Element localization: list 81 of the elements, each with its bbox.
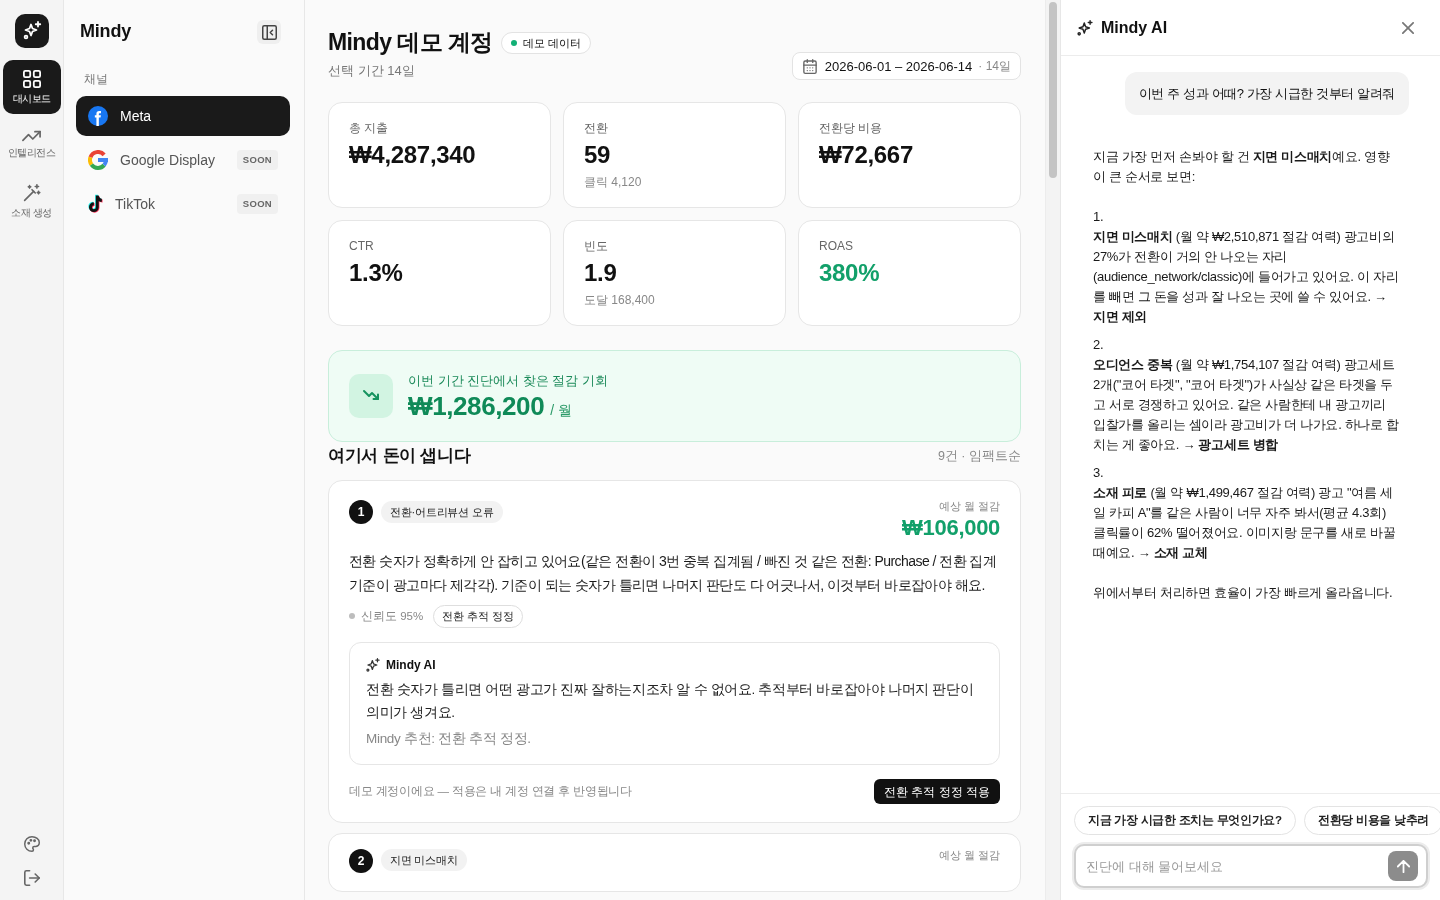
date-range-button[interactable]: 2026-06-01 – 2026-06-14 · 14일 xyxy=(791,52,1021,81)
channel-item[interactable]: Google Display SOON xyxy=(76,140,290,180)
sparkle-logo-icon xyxy=(14,14,49,48)
facebook-logo-icon xyxy=(88,106,108,126)
magic-wand-icon xyxy=(22,183,41,202)
kpi-label: CTR xyxy=(349,238,374,256)
kpi-label: 빈도 xyxy=(584,238,608,256)
kpi-label: 전환당 비용 xyxy=(819,120,883,138)
apply-button[interactable]: 전환 추적 정정 적용 xyxy=(874,778,1000,804)
section-label: 채널 xyxy=(84,71,108,88)
rail-nav-item[interactable]: 소재 생성 xyxy=(2,174,61,228)
chat-input-field[interactable]: 진단에 대해 물어보세요 xyxy=(1074,844,1428,888)
section-title: 여기서 돈이 샙니다 xyxy=(328,446,471,467)
sparkle-icon xyxy=(1077,19,1093,36)
kpi-label: 전환 xyxy=(584,120,608,138)
list-number: 2. xyxy=(1093,336,1104,354)
ai-comment-text: 전환 숫자가 틀리면 어떤 광고가 진짜 잘하는지조차 알 수 없어요. 추적부터 바로잡아야 나머지 판단이 의미가 생겨요. xyxy=(366,680,975,722)
kpi-value: 380% xyxy=(819,258,880,289)
rail-nav-item[interactable]: 대시보드 xyxy=(2,60,61,114)
scrollbar-thumb[interactable] xyxy=(1049,2,1057,178)
saving-label: 예상 월 절감 xyxy=(939,847,1000,863)
kpi-value: ₩4,287,340 xyxy=(349,140,476,171)
user-message: 이번 주 성과 어때? 가장 시급한 것부터 알려줘 xyxy=(1124,72,1409,115)
rank-number: 1 xyxy=(349,500,373,525)
list-number: 1. xyxy=(1093,208,1104,226)
kpi-label: ROAS xyxy=(819,238,853,256)
assistant-title: Mindy AI xyxy=(1101,17,1168,38)
collapse-sidebar-button[interactable] xyxy=(257,20,281,44)
assistant-message: 소재 피로 (월 약 ₩1,499,467 절감 여력) 광고 "여름 세일 카피 A"를 같은 사람이 너무 자주 봐서(평균 4.3회) 클릭률이 62% 떨어졌어요. 이미지랑 문구를 새로 바꿀 때예요. → 소재 교체 xyxy=(1093,484,1397,562)
category-tag: 지면 미스매치 xyxy=(381,848,467,872)
page-title: Mindy 데모 계정 xyxy=(328,28,493,57)
section-meta: 9건 · 임팩트순 xyxy=(937,448,1021,465)
ai-recommendation: Mindy 추천: 전환 추적 정정. xyxy=(366,729,531,748)
assistant-message: 지금 가장 먼저 손봐야 할 건 지면 미스매치예요. 영향이 큰 순서로 보면: xyxy=(1093,148,1391,186)
google-logo-icon xyxy=(88,150,108,170)
kpi-value: 1.9 xyxy=(584,258,617,289)
savings-unit: / 월 xyxy=(550,401,572,421)
channel-item[interactable]: Meta xyxy=(76,96,290,136)
demo-data-label: 데모 데이터 xyxy=(522,35,581,51)
saving-amount: ₩106,000 xyxy=(902,515,1000,542)
trending-down-icon xyxy=(349,374,393,419)
rank-number: 2 xyxy=(349,848,373,873)
savings-label: 이번 기간 진단에서 찾은 절감 기회 xyxy=(408,371,609,390)
saving-label: 예상 월 절감 xyxy=(939,499,1000,515)
kpi-value: 1.3% xyxy=(349,258,403,289)
list-number: 3. xyxy=(1093,464,1104,482)
ai-comment-title: Mindy AI xyxy=(386,656,436,674)
kpi-label: 총 지출 xyxy=(349,120,389,138)
arrow-up-icon xyxy=(1396,859,1410,873)
assistant-message: 지면 미스매치 (월 약 ₩2,510,871 절감 여력) 광고비의 27%가 전환이 거의 안 나오는 자리 (audience_network/classic)에 들어가고 있어요. 이 자리를 빼면 그 돈을 성과 잘 나오는 곳에 쓸 수 있어요. → 지면 제외 xyxy=(1093,228,1400,326)
sidebar-title: Mindy xyxy=(80,21,131,43)
kpi-value: 59 xyxy=(584,140,611,171)
close-icon[interactable] xyxy=(1402,21,1414,34)
category-tag: 전환·어트리뷰션 오류 xyxy=(381,500,503,524)
dashboard-grid-icon xyxy=(22,69,41,88)
issue-description: 전환 숫자가 정확하게 안 잡히고 있어요(같은 전환이 3번 중복 집계됨 / 빠진 것 같은 전환: Purchase / 전환 집계 기준이 광고마다 제각각). 기준이 되는 숫자가 틀리면 나머지 판단도 다 어긋나서, 이것부터 바로잡아야 해요. xyxy=(349,552,998,596)
soon-badge: SOON xyxy=(236,149,278,171)
send-button[interactable] xyxy=(1388,851,1418,881)
channel-item[interactable]: TikTok SOON xyxy=(76,184,290,224)
period-subtitle: 선택 기간 14일 xyxy=(328,61,415,80)
sidebar-panel-icon xyxy=(261,24,277,40)
assistant-message: 위에서부터 처리하면 효율이 가장 빠르게 올라옵니다. xyxy=(1093,584,1394,602)
savings-amount: ₩1,286,200 xyxy=(408,390,545,423)
rail-nav-item[interactable]: 인텔리전스 xyxy=(2,117,61,171)
kpi-note: 클릭 4,120 xyxy=(584,174,642,192)
kpi-value: ₩72,667 xyxy=(819,140,913,171)
confidence-dot-icon xyxy=(349,613,355,620)
calendar-icon xyxy=(802,58,817,74)
suggestion-chip[interactable]: 지금 가장 시급한 조치는 무엇인가요? xyxy=(1074,805,1296,835)
soon-badge: SOON xyxy=(236,193,278,215)
kpi-note: 도달 168,400 xyxy=(584,292,655,310)
logout-icon[interactable] xyxy=(23,870,40,886)
tiktok-logo-icon xyxy=(88,194,103,214)
suggestion-chip[interactable]: 전환당 비용을 낮추려 xyxy=(1303,805,1440,835)
confidence-text: 신뢰도 95% xyxy=(361,608,424,624)
sparkle-icon xyxy=(366,657,380,672)
status-dot-icon xyxy=(510,39,517,46)
trend-up-icon xyxy=(22,129,41,142)
palette-icon[interactable] xyxy=(23,836,40,852)
demo-notice: 데모 계정이에요 — 적용은 내 계정 연결 후 반영됩니다 xyxy=(349,783,633,799)
assistant-message: 오디언스 중복 (월 약 ₩1,754,107 절감 여력) 광고세트 2개("코어 타겟", "코어 타겟")가 사실상 같은 타겟을 두고 서로 경쟁하고 있어요. 같은 사람한테 내 광고끼리 입찰가를 올리는 셈이라 광고비가 더 나가요. 하나로 합치는 게 좋아요. → 광고세트 병합 xyxy=(1093,356,1400,454)
